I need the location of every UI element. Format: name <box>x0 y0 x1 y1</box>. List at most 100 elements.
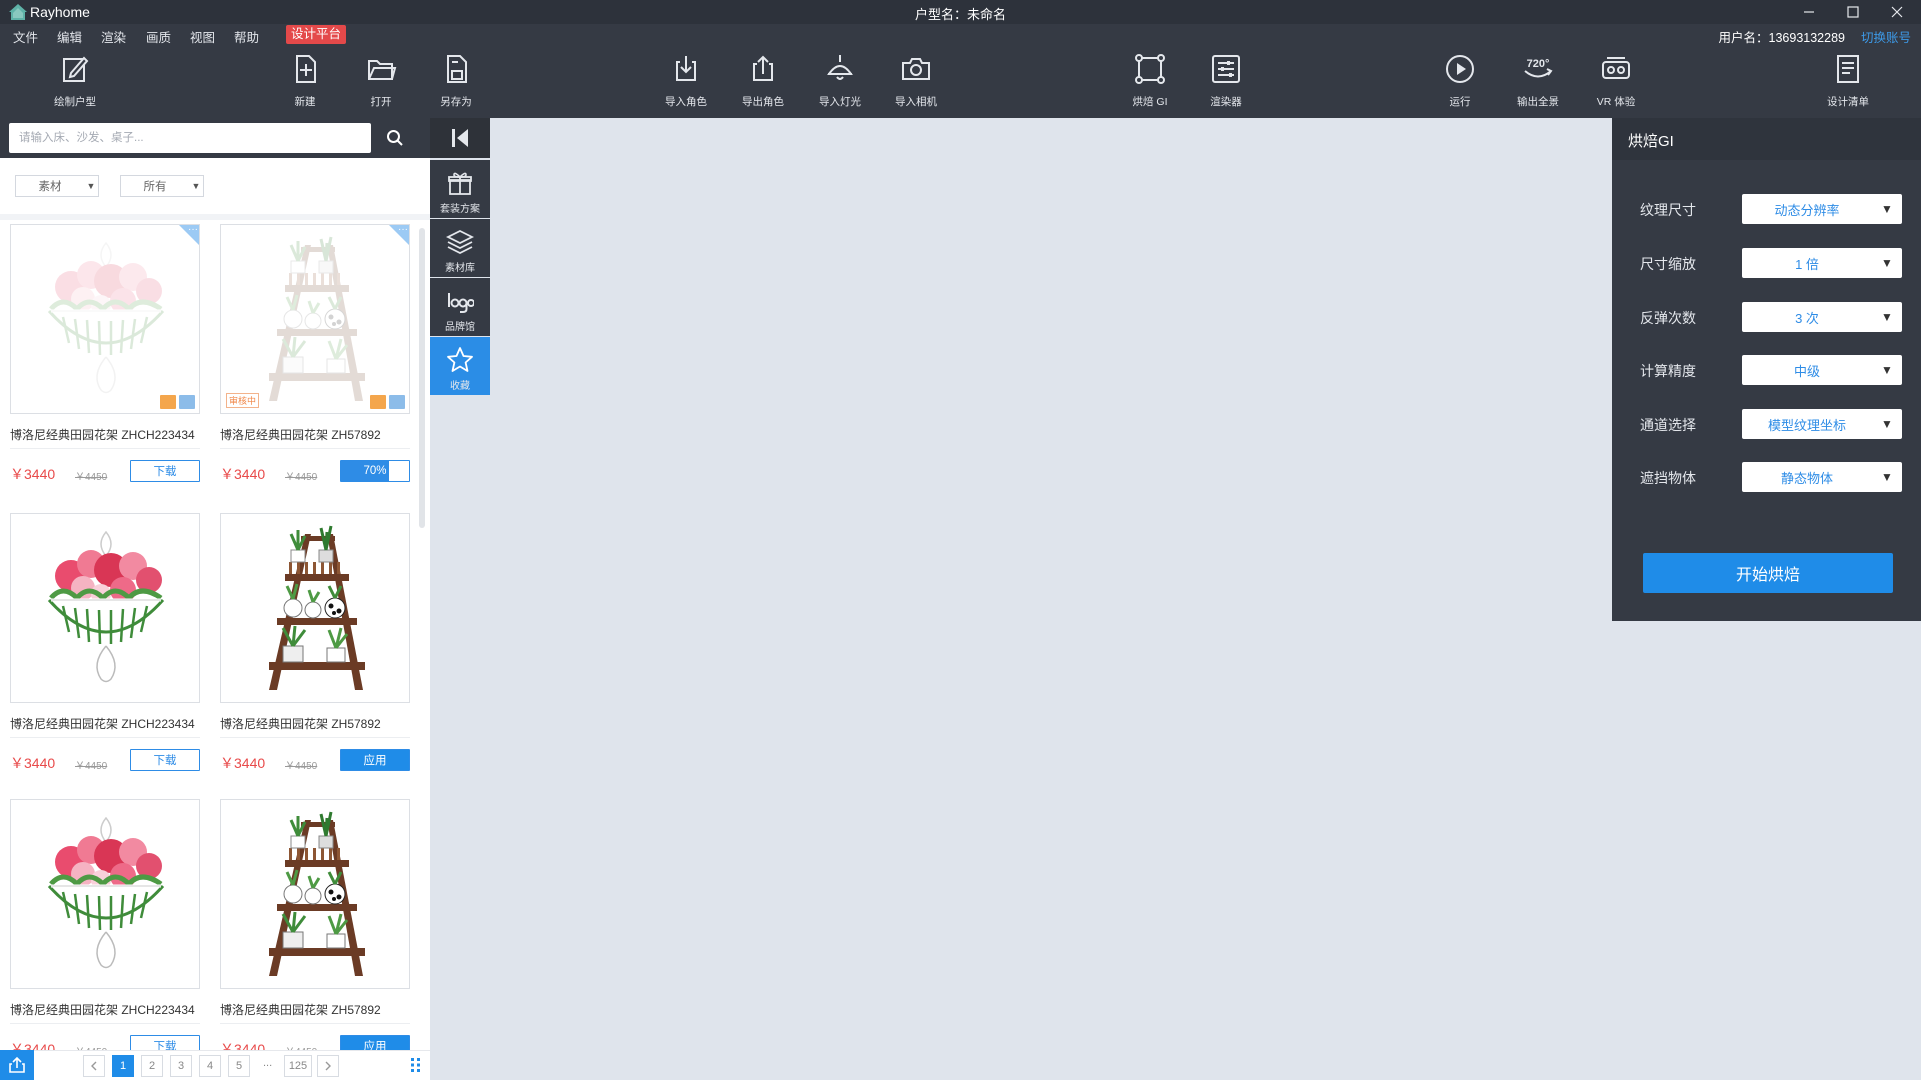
scope-dropdown[interactable]: 所有 ▼ <box>120 175 204 197</box>
menu-render[interactable]: 渲染 <box>101 27 126 46</box>
apply-button[interactable]: 应用 <box>340 749 410 771</box>
more-dots-icon[interactable]: ··· <box>398 225 408 235</box>
menu-quality[interactable]: 画质 <box>146 27 171 46</box>
caret-down-icon: ▼ <box>191 181 201 191</box>
material-library-panel: 素材 ▼ 所有 ▼ ··· 博洛尼经典田园花架 ZHCH223434 ￥3440 ￥4… <box>0 118 430 1080</box>
last-page-button[interactable]: 125 <box>284 1055 312 1077</box>
search-button[interactable] <box>380 124 410 152</box>
download-button[interactable]: 下载 <box>130 749 200 771</box>
minimize-button[interactable] <box>1787 0 1831 24</box>
product-thumbnail[interactable]: ··· <box>10 224 200 414</box>
design-platform-button[interactable]: 设计平台 <box>286 25 347 44</box>
switch-account-link[interactable]: 切换账号 <box>1861 27 1911 46</box>
delete-icon[interactable] <box>160 395 176 409</box>
progress-text: 70% <box>363 465 387 477</box>
delete-icon[interactable] <box>370 395 386 409</box>
search-bar <box>0 118 430 158</box>
maximize-button[interactable] <box>1831 0 1875 24</box>
bounce-count-select[interactable]: 3 次 ▼ <box>1742 302 1902 332</box>
export-panorama-button[interactable]: 720° 输出全景 <box>1514 46 1562 118</box>
bounce-count-value: 3 次 <box>1795 310 1819 326</box>
save-as-button[interactable]: 另存为 <box>436 46 476 118</box>
page-button[interactable]: 5 <box>228 1055 250 1077</box>
new-button[interactable]: 新建 <box>285 46 325 118</box>
product-title[interactable]: 博洛尼经典田园花架 ZH57892 <box>220 715 430 732</box>
caret-down-icon: ▼ <box>1881 470 1893 484</box>
caret-down-icon: ▼ <box>1881 202 1893 216</box>
close-button[interactable] <box>1875 0 1919 24</box>
product-thumbnail[interactable]: ··· 审核中 <box>220 224 410 414</box>
product-thumbnail[interactable] <box>220 799 410 989</box>
new-file-icon <box>296 55 316 83</box>
tab-material-library[interactable]: 素材库 <box>430 219 490 277</box>
import-corner-label: 导入角色 <box>665 96 707 108</box>
product-title[interactable]: 博洛尼经典田园花架 ZH57892 <box>220 1001 430 1018</box>
checklist-icon <box>1837 55 1859 83</box>
page-button[interactable]: 4 <box>199 1055 221 1077</box>
channel-select[interactable]: 模型纹理坐标 ▼ <box>1742 409 1902 439</box>
renderer-label: 渲染器 <box>1210 96 1242 108</box>
library-scrollbar[interactable] <box>419 228 425 528</box>
filter-divider <box>0 214 430 220</box>
menu-view[interactable]: 视图 <box>190 27 215 46</box>
search-input[interactable] <box>9 123 371 153</box>
import-light-button[interactable]: 导入灯光 <box>817 46 863 118</box>
bake-gi-panel: 烘焙GI 纹理尺寸 动态分辨率 ▼ 尺寸缩放 1 倍 ▼ 反弹次数 3 次 ▼ 计算精… <box>1612 118 1921 621</box>
wooden-plant-shelf-image <box>269 811 365 976</box>
material-type-dropdown[interactable]: 素材 ▼ <box>15 175 99 197</box>
product-title[interactable]: 博洛尼经典田园花架 ZH57892 <box>220 426 430 443</box>
import-camera-button[interactable]: 导入相机 <box>893 46 939 118</box>
product-thumbnail[interactable] <box>220 513 410 703</box>
card-divider <box>220 448 410 449</box>
caret-down-icon: ▼ <box>1881 363 1893 377</box>
save-as-label: 另存为 <box>440 96 472 108</box>
menu-help[interactable]: 帮助 <box>234 27 259 46</box>
menu-file[interactable]: 文件 <box>13 27 38 46</box>
run-button[interactable]: 运行 <box>1440 46 1480 118</box>
export-corner-button[interactable]: 导出角色 <box>740 46 786 118</box>
bake-gi-button[interactable]: 烘焙 GI <box>1130 46 1170 118</box>
product-thumbnail[interactable] <box>10 799 200 989</box>
vr-experience-button[interactable]: VR 体验 <box>1592 46 1640 118</box>
product-title[interactable]: 博洛尼经典田园花架 ZHCH223434 <box>10 1001 220 1018</box>
page-button[interactable]: 1 <box>112 1055 134 1077</box>
bounce-count-row: 反弹次数 3 次 ▼ <box>1640 302 1905 332</box>
product-title[interactable]: 博洛尼经典田园花架 ZHCH223434 <box>10 715 220 732</box>
camera-icon <box>902 58 930 80</box>
grid-view-icon[interactable] <box>407 1055 425 1075</box>
share-button[interactable] <box>0 1050 34 1080</box>
design-list-button[interactable]: 设计清单 <box>1824 46 1872 118</box>
tab-brand-hall[interactable]: 品牌馆 <box>430 278 490 336</box>
edit-icon[interactable] <box>389 395 405 409</box>
tab-favorites[interactable]: 收藏 <box>430 337 490 395</box>
occluder-select[interactable]: 静态物体 ▼ <box>1742 462 1902 492</box>
vr-experience-label: VR 体验 <box>1596 96 1636 108</box>
prev-page-button[interactable] <box>83 1055 105 1077</box>
collapse-panel-button[interactable] <box>430 118 490 158</box>
more-dots-icon[interactable]: ··· <box>188 225 198 235</box>
download-button[interactable]: 下载 <box>130 460 200 482</box>
open-button[interactable]: 打开 <box>361 46 401 118</box>
chevron-left-icon <box>91 1061 97 1071</box>
search-icon <box>387 130 403 146</box>
product-title[interactable]: 博洛尼经典田园花架 ZHCH223434 <box>10 426 220 443</box>
thumbnail-tools <box>370 395 405 409</box>
new-label: 新建 <box>294 96 316 108</box>
tab-package-plan[interactable]: 套装方案 <box>430 160 490 218</box>
precision-select[interactable]: 中级 ▼ <box>1742 355 1902 385</box>
start-bake-button[interactable]: 开始烘焙 <box>1643 553 1893 593</box>
next-page-button[interactable] <box>317 1055 339 1077</box>
edit-icon[interactable] <box>179 395 195 409</box>
page-button[interactable]: 3 <box>170 1055 192 1077</box>
import-corner-button[interactable]: 导入角色 <box>663 46 709 118</box>
size-scale-select[interactable]: 1 倍 ▼ <box>1742 248 1902 278</box>
texture-size-select[interactable]: 动态分辨率 ▼ <box>1742 194 1902 224</box>
product-thumbnail[interactable] <box>10 513 200 703</box>
design-list-label: 设计清单 <box>1827 96 1869 108</box>
renderer-button[interactable]: 渲染器 <box>1206 46 1246 118</box>
open-folder-icon <box>368 60 397 80</box>
draw-house-button[interactable]: 绘制户型 <box>42 46 108 118</box>
page-button[interactable]: 2 <box>141 1055 163 1077</box>
menu-edit[interactable]: 编辑 <box>57 27 82 46</box>
page-ellipsis: ... <box>263 1057 273 1069</box>
